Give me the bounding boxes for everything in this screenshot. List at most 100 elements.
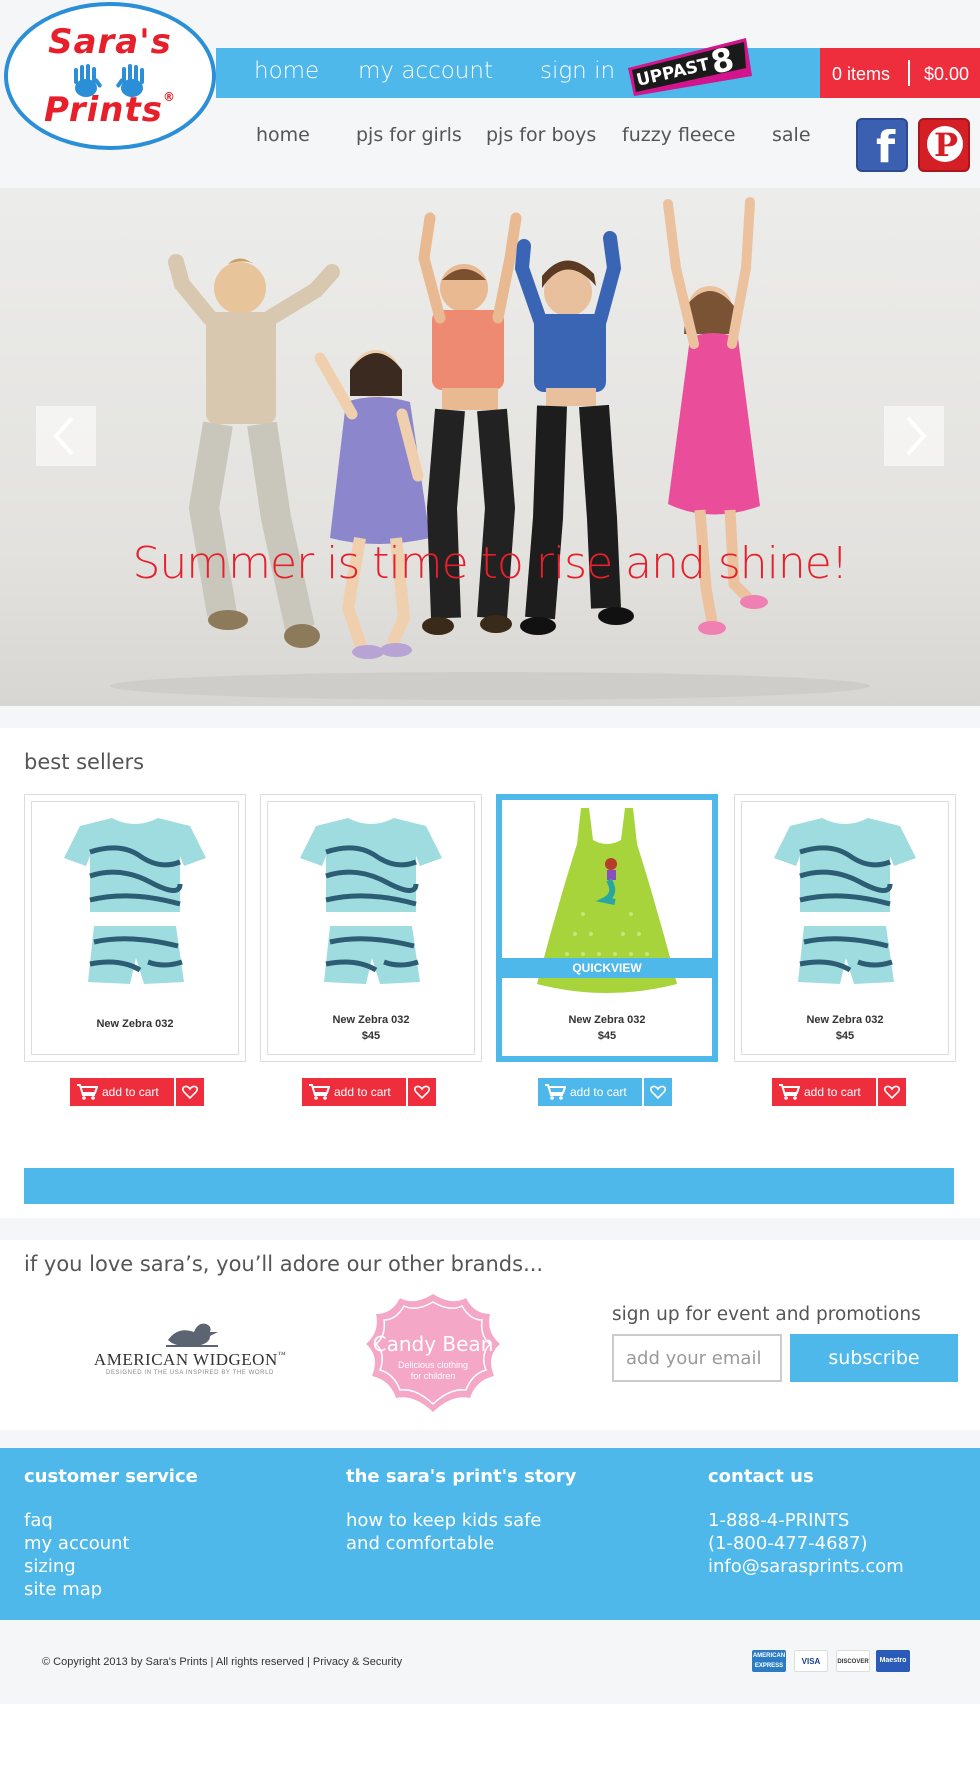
footer-heading: the sara's print's story	[346, 1466, 577, 1487]
add-to-cart-button[interactable]: add to cart	[302, 1078, 406, 1106]
footer-phone-numeric: (1-800-477-4687)	[708, 1533, 868, 1554]
product-card[interactable]: New Zebra 032 $45	[260, 794, 482, 1062]
footer-contact: contact us 1-888-4-PRINTS (1-800-477-468…	[708, 1466, 904, 1578]
facebook-glyph: f	[876, 122, 896, 173]
footer-link-keep-kids-safe[interactable]: how to keep kids safe	[346, 1509, 576, 1532]
heart-icon	[414, 1085, 430, 1099]
cart-icon	[309, 1084, 330, 1100]
pajama-set-image[interactable]	[770, 812, 920, 998]
product-name[interactable]: New Zebra 032	[742, 1014, 948, 1026]
hero-prev-button[interactable]	[36, 406, 96, 466]
footer-heading: customer service	[24, 1466, 198, 1487]
footer-story: the sara's print's story how to keep kid…	[346, 1466, 576, 1555]
add-to-cart-label: add to cart	[102, 1085, 159, 1099]
heart-icon	[182, 1085, 198, 1099]
hero-next-button[interactable]	[884, 406, 944, 466]
pinterest-icon[interactable]: P	[918, 118, 970, 172]
product-name[interactable]: New Zebra 032	[32, 1018, 238, 1030]
cart-summary[interactable]: 0 items $0.00	[820, 48, 980, 98]
email-input[interactable]	[612, 1334, 782, 1382]
candy-bean-logo[interactable]: Candy Bean Delicious clothing for childr…	[364, 1292, 502, 1416]
american-widgeon-name: AMERICAN WIDGEON™	[70, 1350, 310, 1370]
footer-link-site-map[interactable]: site map	[24, 1578, 198, 1601]
product-price: $45	[835, 1030, 855, 1042]
other-brands-title: if you love sara’s, you’ll adore our oth…	[24, 1252, 544, 1276]
logo-line2-text: Prints	[44, 90, 163, 130]
footer-link-faq[interactable]: faq	[24, 1509, 198, 1532]
pajama-set-image[interactable]	[296, 812, 446, 998]
kid-2	[314, 350, 430, 659]
add-to-cart-label: add to cart	[334, 1085, 391, 1099]
footer-email[interactable]: info@sarasprints.com	[708, 1555, 904, 1578]
wishlist-button[interactable]	[176, 1078, 204, 1106]
subnav-home[interactable]: home	[256, 124, 310, 146]
discover-icon: DISCOVER	[836, 1650, 870, 1672]
product-card[interactable]: New Zebra 032 $45	[734, 794, 956, 1062]
product-price: $45	[597, 1030, 617, 1042]
product-card-frame: New Zebra 032 $45	[267, 801, 475, 1055]
subnav-fuzzy-fleece[interactable]: fuzzy fleece	[622, 124, 735, 146]
add-to-cart-button[interactable]: add to cart	[772, 1078, 876, 1106]
footer-customer-service: customer service faq my account sizing s…	[24, 1466, 198, 1601]
up-past-8-badge[interactable]: UPPAST 8	[628, 38, 752, 96]
site-header: Sara's Sara'sPrints® home my account sig…	[0, 0, 980, 188]
chevron-left-icon	[53, 416, 74, 456]
best-sellers-title: best sellers	[24, 750, 145, 774]
hero-banner: Summer is time to rise and shine!	[0, 188, 980, 706]
pinterest-glyph: P	[934, 126, 959, 164]
american-widgeon-name-text: AMERICAN WIDGEON	[93, 1350, 278, 1369]
footer-link-sizing[interactable]: sizing	[24, 1555, 198, 1578]
cart-items-count: 0 items	[832, 64, 891, 84]
heart-icon	[650, 1085, 666, 1099]
visa-icon: VISA	[794, 1650, 828, 1672]
chevron-right-icon	[906, 416, 927, 456]
cart-icon[interactable]	[762, 52, 808, 92]
logo-line2: Sara'sPrints®	[8, 90, 212, 130]
wishlist-button[interactable]	[878, 1078, 906, 1106]
quickview-button[interactable]: QUICKVIEW	[502, 958, 712, 978]
product-price: $45	[361, 1030, 381, 1042]
add-to-cart-group: add to cart	[70, 1078, 206, 1106]
signup-title: sign up for event and promotions	[612, 1304, 921, 1325]
product-name[interactable]: New Zebra 032	[268, 1014, 474, 1026]
add-to-cart-group: add to cart	[302, 1078, 438, 1106]
add-to-cart-label: add to cart	[570, 1085, 627, 1099]
product-name[interactable]: New Zebra 032	[502, 1014, 712, 1026]
cart-icon	[545, 1084, 566, 1100]
topnav-sign-in[interactable]: sign in	[540, 58, 615, 84]
subnav-pjs-for-boys[interactable]: pjs for boys	[486, 124, 596, 146]
wishlist-button[interactable]	[408, 1078, 436, 1106]
subnav-sale[interactable]: sale	[772, 124, 811, 146]
sarasprints-logo[interactable]: Sara's Sara'sPrints®	[4, 2, 216, 150]
topnav-home[interactable]: home	[254, 58, 319, 84]
duck-icon	[166, 1323, 218, 1347]
registered-mark: ®	[163, 90, 176, 104]
facebook-icon[interactable]: f	[856, 118, 908, 173]
topnav-my-account[interactable]: my account	[358, 58, 493, 84]
subscribe-button[interactable]: subscribe	[790, 1334, 958, 1382]
footer-link-comfortable[interactable]: and comfortable	[346, 1532, 576, 1555]
footer-phone[interactable]: 1-888-4-PRINTS	[708, 1509, 904, 1532]
product-card-frame: New Zebra 032 $45	[741, 801, 949, 1055]
product-card[interactable]: New Zebra 032	[24, 794, 246, 1062]
heart-icon	[884, 1085, 900, 1099]
logo-line1: Sara's	[48, 22, 172, 62]
subnav-pjs-for-girls[interactable]: pjs for girls	[356, 124, 462, 146]
footer-link-my-account[interactable]: my account	[24, 1532, 198, 1555]
american-widgeon-tm: ™	[277, 1350, 287, 1359]
site-footer: customer service faq my account sizing s…	[0, 1448, 980, 1620]
kid-1	[168, 254, 340, 648]
hero-kids-illustration	[110, 197, 870, 700]
wishlist-button[interactable]	[644, 1078, 672, 1106]
add-to-cart-button[interactable]: add to cart	[70, 1078, 174, 1106]
add-to-cart-button[interactable]: add to cart	[538, 1078, 642, 1106]
american-widgeon-logo[interactable]: AMERICAN WIDGEON™ DESIGNED IN THE USA IN…	[70, 1314, 310, 1384]
promo-bar	[24, 1168, 954, 1204]
add-to-cart-label: add to cart	[804, 1085, 861, 1099]
candy-bean-name: Candy Bean	[372, 1332, 494, 1356]
add-to-cart-group: add to cart	[772, 1078, 908, 1106]
pajama-set-image[interactable]	[60, 812, 210, 998]
maestro-icon: Maestro	[876, 1650, 910, 1672]
product-card-active[interactable]: QUICKVIEW New Zebra 032 $45	[496, 794, 718, 1062]
cart-icon	[779, 1084, 800, 1100]
